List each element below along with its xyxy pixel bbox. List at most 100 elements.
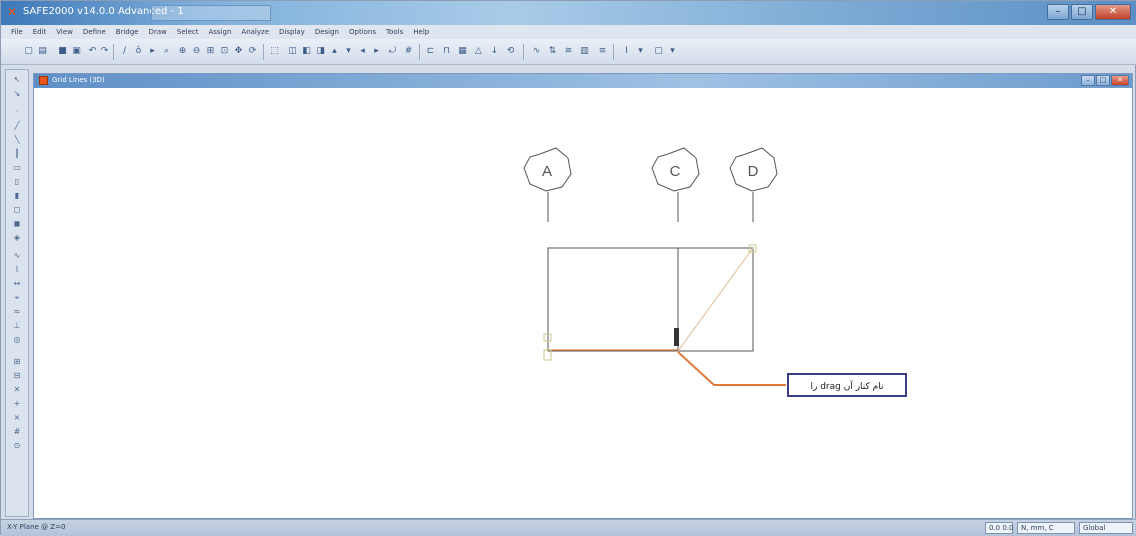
draw-soil-icon[interactable]: ≈	[9, 306, 25, 317]
grid-icon[interactable]: #	[403, 45, 414, 58]
draw-column-icon[interactable]: ◈	[9, 232, 25, 243]
draw-opening-icon[interactable]: ◻	[9, 204, 25, 215]
snap-icon[interactable]: ◎	[9, 334, 25, 345]
drawing-canvas[interactable]: A C D نام کنار آن drag را	[34, 88, 1132, 518]
pencil-icon[interactable]: /	[119, 45, 130, 58]
view-3d-icon[interactable]: ⬚	[269, 45, 280, 58]
draw-point-icon[interactable]: ·	[9, 106, 25, 117]
menu-analyze[interactable]: Analyze	[241, 25, 269, 39]
draw-pile-icon[interactable]: ⊥	[9, 320, 25, 331]
save-icon[interactable]: ■	[57, 45, 68, 58]
deformed-shape-icon[interactable]: ∿	[531, 45, 542, 58]
zoom-icon[interactable]: ⌕	[161, 45, 172, 58]
menu-draw[interactable]: Draw	[149, 25, 167, 39]
draw-beam-icon[interactable]: ┃	[9, 148, 25, 159]
drag-handle[interactable]	[674, 328, 679, 346]
up-icon[interactable]: ▴	[329, 45, 340, 58]
diagonal-line[interactable]	[677, 247, 754, 352]
snap-grid-icon[interactable]: #	[9, 426, 25, 437]
down-icon[interactable]: ▾	[343, 45, 354, 58]
units-dropdown[interactable]: N, mm, C	[1017, 522, 1075, 534]
maximize-button[interactable]: □	[1071, 4, 1093, 20]
frame-icon[interactable]: ⊓	[441, 45, 452, 58]
pan-icon[interactable]: ✥	[233, 45, 244, 58]
zoom-in-icon[interactable]: ⊕	[177, 45, 188, 58]
lock-icon[interactable]: ô	[133, 45, 144, 58]
coordinate-system-dropdown[interactable]: Global	[1079, 522, 1133, 534]
pointer-icon[interactable]: ↖	[9, 74, 25, 85]
snap-mid-icon[interactable]: ⊙	[9, 440, 25, 451]
grid-bubble-a[interactable]: A	[523, 147, 572, 192]
design-icon[interactable]: ▥	[579, 45, 590, 58]
box-icon[interactable]: ▢	[653, 45, 664, 58]
menu-define[interactable]: Define	[83, 25, 106, 39]
zoom-all-icon[interactable]: ⊡	[219, 45, 230, 58]
draw-strip-icon[interactable]: ⌇	[9, 264, 25, 275]
toolbar-separator	[419, 44, 420, 60]
draw-rectangle-icon[interactable]: ▯	[9, 176, 25, 187]
menu-edit[interactable]: Edit	[33, 25, 47, 39]
load-icon[interactable]: ↓	[489, 45, 500, 58]
right-icon[interactable]: ▸	[371, 45, 382, 58]
grid-bubble-c[interactable]: C	[651, 147, 700, 192]
grid-bubble-d[interactable]: D	[729, 147, 778, 192]
draw-polyline-icon[interactable]: ╲	[9, 134, 25, 145]
section-icon[interactable]: ⊏	[425, 45, 436, 58]
rotate-icon[interactable]: ⤾	[387, 45, 398, 58]
run-icon[interactable]: ▸	[147, 45, 158, 58]
toolbar-separator	[613, 44, 614, 60]
draw-slab-icon[interactable]: ▭	[9, 162, 25, 173]
slab-outline[interactable]	[547, 247, 754, 352]
menu-options[interactable]: Options	[349, 25, 376, 39]
snap-point-icon[interactable]: +	[9, 398, 25, 409]
zoom-out-icon[interactable]: ⊖	[191, 45, 202, 58]
menu-display[interactable]: Display	[279, 25, 305, 39]
zoom-window-icon[interactable]: ⊞	[205, 45, 216, 58]
menu-help[interactable]: Help	[413, 25, 429, 39]
support-icon[interactable]: △	[473, 45, 484, 58]
properties-icon[interactable]: ≡	[597, 45, 608, 58]
text-icon[interactable]: I	[621, 45, 632, 58]
stress-icon[interactable]: ≋	[563, 45, 574, 58]
menu-tools[interactable]: Tools	[386, 25, 403, 39]
print-icon[interactable]: ▣	[71, 45, 82, 58]
menu-design[interactable]: Design	[315, 25, 339, 39]
reshape-icon[interactable]: ↘	[9, 88, 25, 99]
new-file-icon[interactable]: ▢	[23, 45, 34, 58]
view-xy-icon[interactable]: ◫	[287, 45, 298, 58]
app-logo-icon: ✕	[7, 5, 18, 19]
snap-end-icon[interactable]: ×	[9, 412, 25, 423]
menu-view[interactable]: View	[56, 25, 73, 39]
open-folder-icon[interactable]: ▤	[37, 45, 48, 58]
view-xz-icon[interactable]: ◧	[301, 45, 312, 58]
minimize-button[interactable]: –	[1047, 4, 1069, 20]
dropdown-icon[interactable]: ▾	[667, 45, 678, 58]
refresh-icon[interactable]: ⟳	[247, 45, 258, 58]
view-yz-icon[interactable]: ◨	[315, 45, 326, 58]
menu-select[interactable]: Select	[177, 25, 199, 39]
menu-file[interactable]: File	[11, 25, 23, 39]
select-all-icon[interactable]: ⊞	[9, 356, 25, 367]
model-minimize-button[interactable]: –	[1081, 75, 1095, 86]
select-previous-icon[interactable]: ⊟	[9, 370, 25, 381]
title-tab[interactable]	[151, 5, 271, 21]
menu-assign[interactable]: Assign	[209, 25, 232, 39]
draw-line-icon[interactable]: ╱	[9, 120, 25, 131]
left-icon[interactable]: ◂	[357, 45, 368, 58]
draw-reference-icon[interactable]: ⌖	[9, 292, 25, 303]
draw-dimension-icon[interactable]: ↔	[9, 278, 25, 289]
shell-icon[interactable]: ▦	[457, 45, 468, 58]
clear-selection-icon[interactable]: ✕	[9, 384, 25, 395]
menu-bridge[interactable]: Bridge	[116, 25, 139, 39]
model-maximize-button[interactable]: □	[1096, 75, 1110, 86]
redo-icon[interactable]: ↷	[99, 45, 110, 58]
dropdown-icon[interactable]: ▾	[635, 45, 646, 58]
reset-icon[interactable]: ⟲	[505, 45, 516, 58]
model-close-button[interactable]: ✕	[1111, 75, 1129, 86]
close-button[interactable]: ✕	[1095, 4, 1131, 20]
undo-icon[interactable]: ↶	[87, 45, 98, 58]
draw-wall-icon[interactable]: ▮	[9, 190, 25, 201]
draw-area-icon[interactable]: ◼	[9, 218, 25, 229]
draw-tendon-icon[interactable]: ∿	[9, 250, 25, 261]
forces-icon[interactable]: ⇅	[547, 45, 558, 58]
